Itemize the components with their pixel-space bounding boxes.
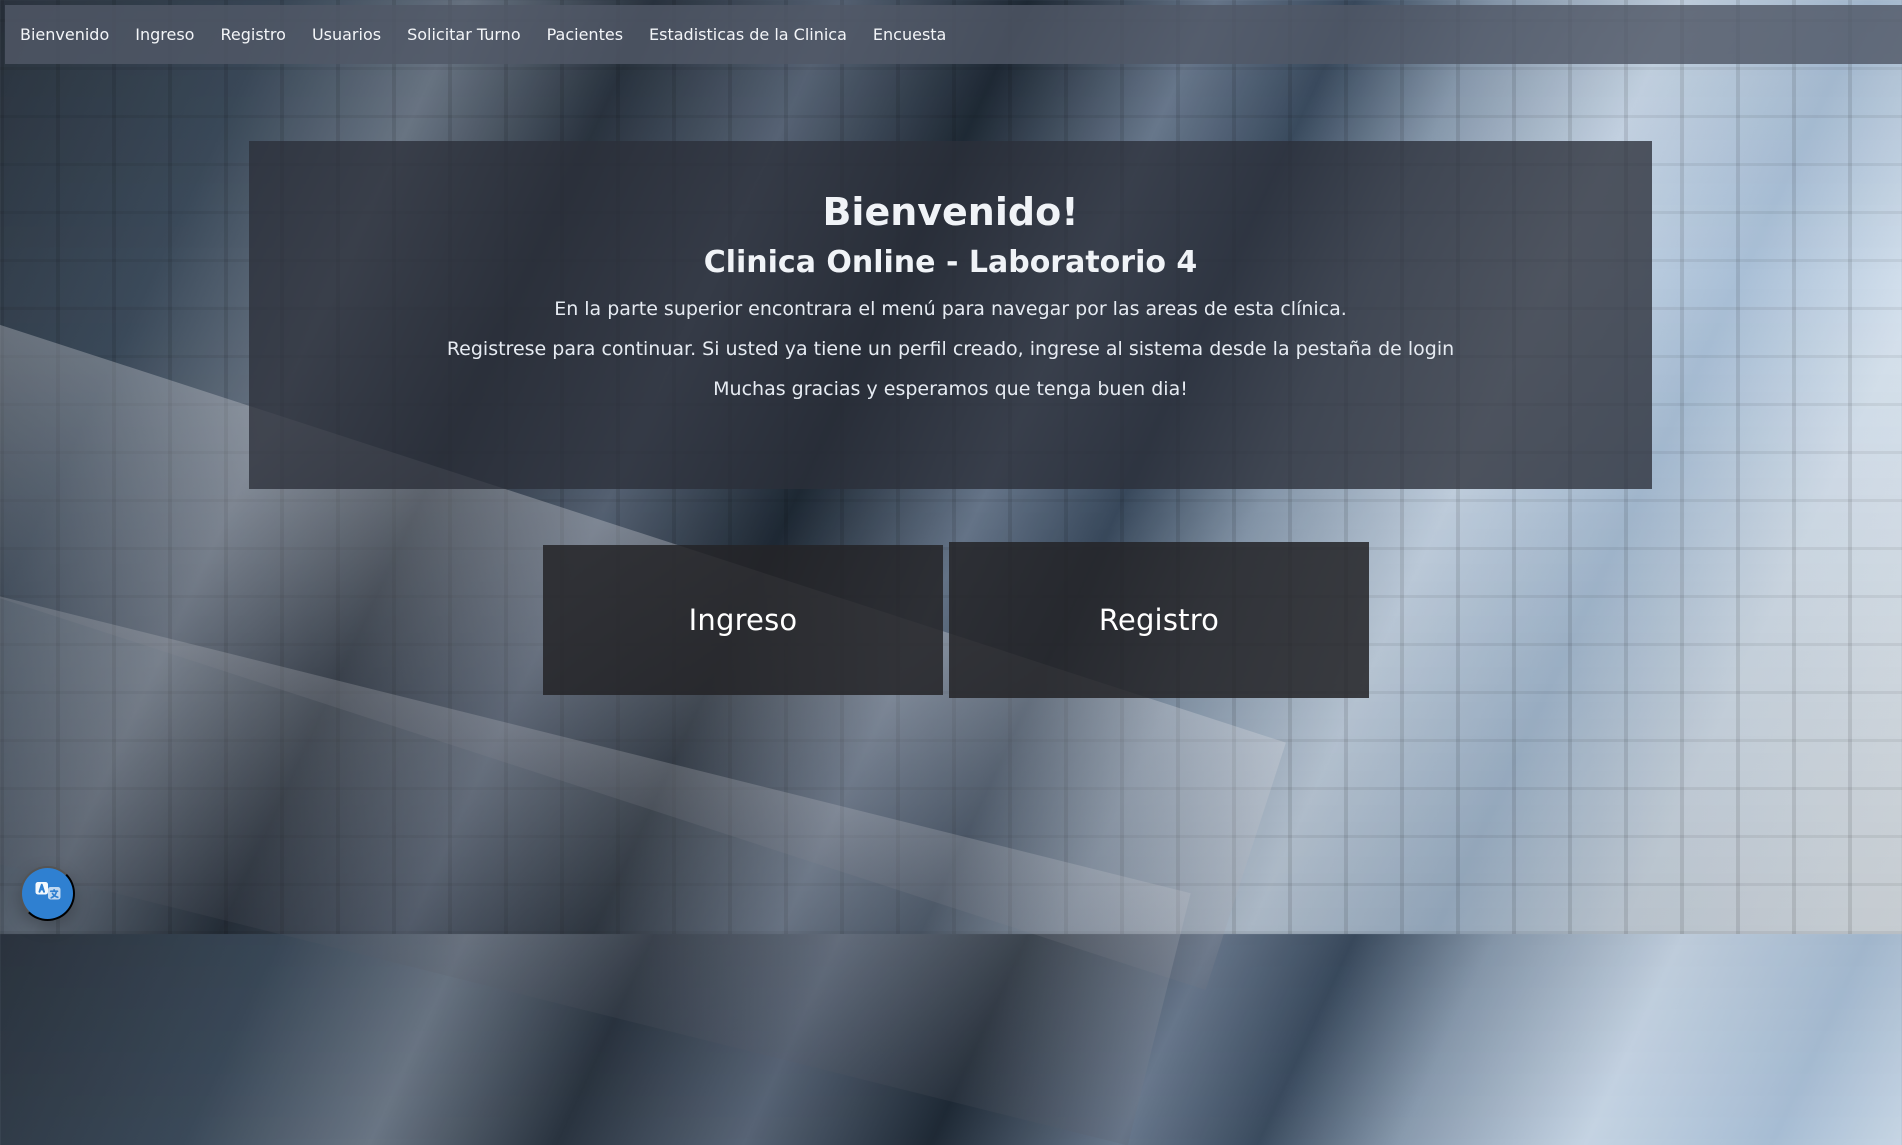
nav-registro[interactable]: Registro xyxy=(220,25,285,44)
welcome-line-3: Muchas gracias y esperamos que tenga bue… xyxy=(713,377,1188,400)
welcome-line-2: Registrese para continuar. Si usted ya t… xyxy=(446,337,1455,360)
translate-icon xyxy=(33,877,63,910)
nav-encuesta[interactable]: Encuesta xyxy=(873,25,946,44)
nav-bienvenido[interactable]: Bienvenido xyxy=(20,25,109,44)
ingreso-button[interactable]: Ingreso xyxy=(543,545,943,695)
welcome-line-1: En la parte superior encontrara el menú … xyxy=(554,297,1347,320)
nav-ingreso[interactable]: Ingreso xyxy=(135,25,194,44)
registro-button[interactable]: Registro xyxy=(949,542,1369,698)
page-title: Bienvenido! xyxy=(822,190,1079,234)
ingreso-label: Ingreso xyxy=(688,603,798,637)
nav-usuarios[interactable]: Usuarios xyxy=(312,25,381,44)
nav-estadisticas[interactable]: Estadisticas de la Clinica xyxy=(649,25,847,44)
translate-button[interactable] xyxy=(20,866,75,921)
nav-solicitar-turno[interactable]: Solicitar Turno xyxy=(407,25,521,44)
page-subtitle: Clinica Online - Laboratorio 4 xyxy=(703,244,1198,280)
welcome-panel: Bienvenido! Clinica Online - Laboratorio… xyxy=(249,141,1652,489)
nav-pacientes[interactable]: Pacientes xyxy=(547,25,623,44)
top-navigation: Bienvenido Ingreso Registro Usuarios Sol… xyxy=(5,5,1902,64)
registro-label: Registro xyxy=(1098,603,1220,637)
